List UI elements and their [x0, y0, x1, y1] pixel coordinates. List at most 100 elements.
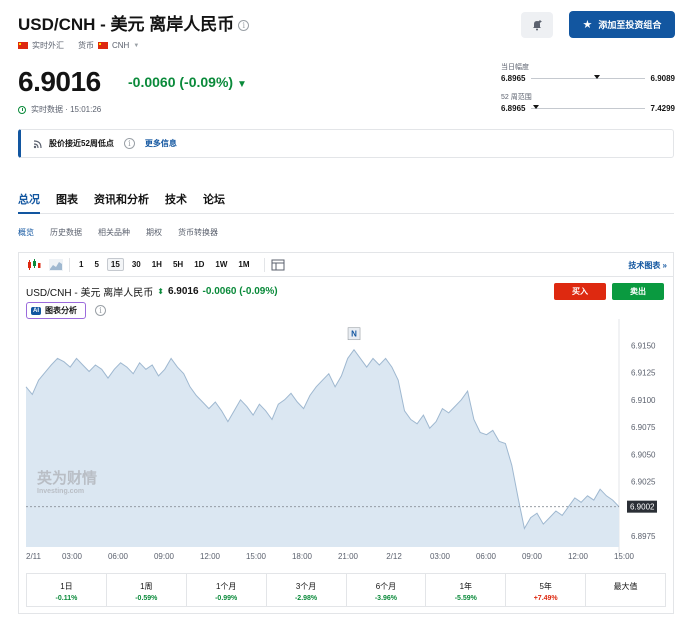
x-tick-label: 06:00	[108, 552, 129, 561]
x-tick-label: 03:00	[430, 552, 451, 561]
price-area	[26, 349, 619, 547]
down-triangle-icon: ▼	[236, 79, 247, 90]
performance-cell[interactable]: 1个月 -0.99%	[187, 574, 267, 606]
y-tick-label: 6.9100	[631, 396, 656, 405]
tab-news-analysis[interactable]: 资讯和分析	[94, 191, 149, 207]
performance-cell[interactable]: 最大值	[586, 574, 665, 606]
chart-panel: 1 5 15 30 1H 5H 1D 1W 1M 技术图表 » USD/CNH …	[18, 252, 674, 614]
more-info-link[interactable]: 更多信息	[145, 138, 177, 149]
tab-forum[interactable]: 论坛	[203, 191, 225, 207]
subtab-related[interactable]: 相关品种	[98, 227, 130, 238]
page-title: USD/CNH - 美元 离岸人民币 i	[18, 10, 250, 35]
performance-value: -0.59%	[135, 595, 158, 602]
subtab-historical-data[interactable]: 历史数据	[50, 227, 82, 238]
info-icon[interactable]: i	[238, 20, 250, 31]
subtab-options[interactable]: 期权	[146, 227, 162, 238]
watermark-domain: Investing.com	[37, 488, 84, 495]
performance-strip: 1日 -0.11% 1周 -0.59% 1个月 -0.99% 3个月 -2.98% 6个月 -3.…	[26, 573, 666, 607]
day-range-bar	[531, 75, 645, 79]
performance-period: 1周	[140, 582, 153, 591]
y-tick-label: 6.9050	[631, 450, 656, 459]
subtab-overview[interactable]: 概览	[18, 227, 34, 238]
x-tick-label: 2/11	[26, 552, 42, 561]
x-tick-label: 18:00	[292, 552, 313, 561]
currency-code[interactable]: CNH	[112, 41, 129, 50]
range-marker-icon	[593, 75, 600, 79]
performance-value: -3.96%	[374, 595, 398, 602]
instrument-meta: 实时外汇 货币 CNH ▼	[18, 40, 139, 51]
watermark-brand: 英为财情	[37, 469, 97, 487]
chevron-down-icon[interactable]: ▼	[133, 43, 139, 49]
instrument-name: USD/CNH - 美元 离岸人民币	[18, 15, 235, 34]
performance-cell[interactable]: 1日 -0.11%	[27, 574, 107, 606]
x-tick-label: 2/12	[386, 552, 402, 561]
tabs-divider	[18, 213, 674, 214]
performance-value: -5.59%	[454, 595, 477, 602]
china-flag-icon	[18, 42, 28, 49]
x-tick-label: 06:00	[476, 552, 497, 561]
day-range-label: 当日幅度	[501, 64, 529, 71]
main-tabs: 总况 图表 资讯和分析 技术 论坛	[18, 191, 225, 207]
x-tick-label: 09:00	[522, 552, 543, 561]
tab-overview[interactable]: 总况	[18, 191, 40, 207]
week52-high: 7.4299	[650, 104, 675, 113]
sub-tabs: 概览 历史数据 相关品种 期权 货币转换器	[18, 227, 218, 238]
week52-low-alert: 股价接近52周低点 i 更多信息	[18, 129, 674, 158]
add-button-label: 添加至投资组合	[598, 20, 662, 30]
performance-value: -2.98%	[294, 595, 318, 602]
performance-period: 6个月	[375, 582, 397, 591]
performance-period: 最大值	[613, 582, 638, 591]
y-tick-label: 6.9025	[631, 478, 656, 487]
x-tick-label: 12:00	[568, 552, 589, 561]
tab-technical[interactable]: 技术	[165, 191, 187, 207]
price-change: -0.0060 (-0.09%) ▼	[128, 74, 247, 90]
last-price: 6.9016	[18, 66, 101, 97]
y-tick-label: 6.8975	[631, 532, 656, 541]
x-tick-label: 12:00	[200, 552, 221, 561]
performance-cell[interactable]: 1年 -5.59%	[426, 574, 507, 606]
china-flag-icon	[98, 42, 108, 49]
performance-period: 1个月	[215, 582, 237, 591]
performance-value: -0.99%	[215, 595, 238, 602]
x-tick-label: 15:00	[246, 552, 267, 561]
currency-label: 货币	[78, 41, 94, 50]
week52-range-bar	[531, 105, 645, 109]
y-tick-label: 6.9150	[631, 341, 656, 350]
performance-cell[interactable]: 3个月 -2.98%	[267, 574, 347, 606]
bell-plus-icon	[533, 20, 542, 31]
x-tick-label: 15:00	[614, 552, 635, 561]
y-tick-label: 6.9125	[631, 369, 656, 378]
data-status: 实时数据 · 15:01:26	[18, 104, 101, 115]
performance-value: -0.11%	[55, 595, 78, 602]
week52-range-label: 52 周范围	[501, 94, 532, 101]
x-tick-label: 03:00	[62, 552, 83, 561]
x-tick-label: 09:00	[154, 552, 175, 561]
performance-value: +7.49%	[533, 595, 558, 602]
news-marker-label: N	[351, 330, 357, 339]
alert-bell-button[interactable]	[521, 12, 553, 38]
week52-range: 52 周范围 6.8965 7.4299	[501, 92, 675, 113]
performance-period: 5年	[539, 582, 552, 591]
performance-cell[interactable]: 6个月 -3.96%	[347, 574, 427, 606]
info-icon[interactable]: i	[123, 138, 135, 149]
current-value-label: 6.9002	[630, 503, 655, 512]
performance-period: 1年	[459, 582, 473, 591]
performance-cell[interactable]: 1周 -0.59%	[107, 574, 187, 606]
price-chart[interactable]: 6.9150 6.9125 6.9100 6.9075 6.9050 6.9025 6.90…	[19, 253, 673, 573]
add-to-portfolio-button[interactable]: ★ 添加至投资组合	[569, 11, 675, 38]
alert-text: 股价接近52周低点	[49, 139, 114, 148]
signal-icon	[33, 139, 42, 148]
active-tab-indicator	[18, 212, 40, 214]
market-type: 实时外汇	[32, 41, 64, 50]
clock-icon	[18, 105, 26, 114]
subtab-currency-converter[interactable]: 货币转换器	[178, 227, 218, 238]
performance-cell[interactable]: 5年 +7.49%	[506, 574, 587, 606]
y-tick-label: 6.9075	[631, 423, 656, 432]
performance-period: 3个月	[295, 582, 317, 591]
tab-chart[interactable]: 图表	[56, 191, 78, 207]
data-status-text: 实时数据 · 15:01:26	[31, 105, 102, 114]
star-icon: ★	[582, 19, 593, 31]
week52-low: 6.8965	[501, 104, 526, 113]
performance-period: 1日	[60, 582, 73, 591]
day-high: 6.9089	[650, 74, 675, 83]
